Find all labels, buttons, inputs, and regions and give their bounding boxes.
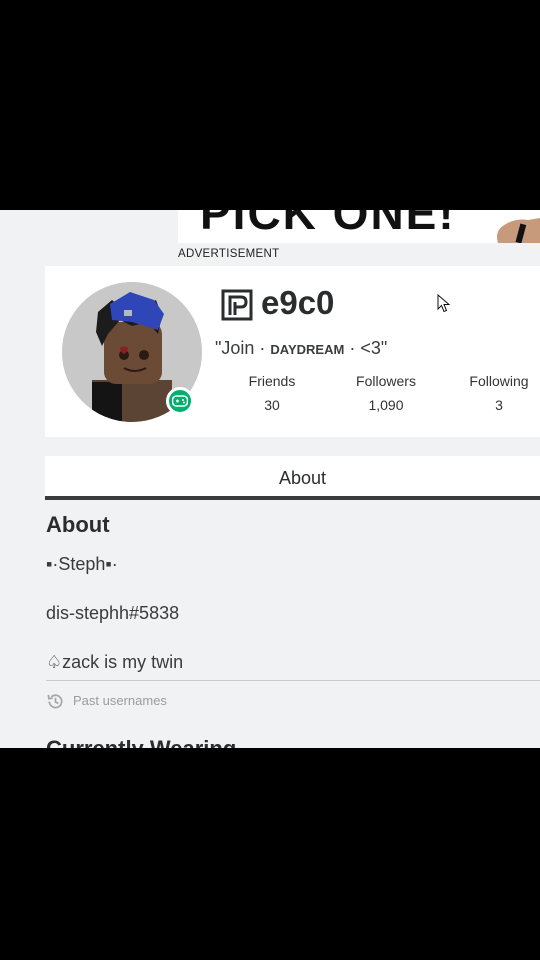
past-usernames-label: Past usernames	[73, 693, 167, 708]
history-icon	[47, 694, 63, 709]
about-heading: About	[46, 512, 110, 537]
verified-logo-icon	[221, 289, 253, 321]
profile-status: "Join · DAYDREAM · <3"	[215, 338, 387, 359]
stat-label: Followers	[356, 373, 416, 389]
stat-value: 1,090	[368, 397, 404, 413]
following-stat[interactable]: Following 3	[454, 373, 540, 413]
stat-value: 3	[495, 397, 503, 413]
stat-label: Following	[469, 373, 529, 389]
cursor-icon	[437, 294, 451, 313]
about-line: ▪·Steph▪·	[46, 554, 118, 574]
divider	[46, 680, 540, 681]
tab-about[interactable]: About	[45, 456, 540, 500]
stat-value: 30	[264, 397, 280, 413]
followers-stat[interactable]: Followers 1,090	[341, 373, 431, 413]
status-suffix: · <3"	[344, 338, 388, 358]
currently-wearing-heading: Currently Wearing	[46, 736, 236, 748]
about-line: dis-stephh#5838	[46, 603, 180, 623]
username: e9c0	[261, 284, 335, 321]
profile-screen: PICK ONE! ADVERTISEMENT e9c0 "Join · DAY…	[0, 210, 540, 748]
status-highlight: DAYDREAM	[270, 342, 345, 357]
about-line: ♤zack is my twin	[46, 652, 184, 672]
stat-label: Friends	[248, 373, 296, 389]
profile-header-card: e9c0 "Join · DAYDREAM · <3" Friends 30 F…	[45, 266, 540, 437]
profile-tab-bar: About	[45, 456, 540, 500]
ad-image	[497, 218, 540, 243]
ad-banner-text: PICK ONE!	[200, 210, 456, 239]
controller-icon	[172, 395, 188, 407]
friends-stat[interactable]: Friends 30	[227, 373, 317, 413]
status-prefix: "Join ·	[215, 338, 271, 358]
advertisement-banner[interactable]: PICK ONE!	[178, 210, 540, 243]
presence-badge	[166, 387, 194, 415]
advertisement-label: ADVERTISEMENT	[178, 248, 280, 260]
